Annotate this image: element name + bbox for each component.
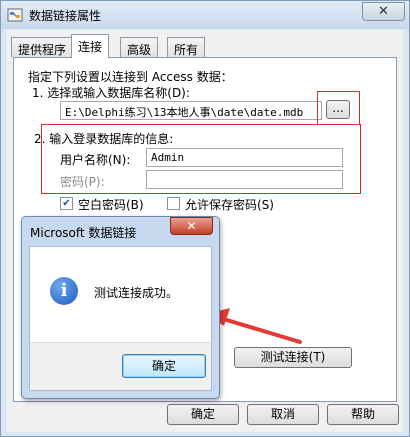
window-close-button[interactable]: ✕: [362, 2, 405, 21]
ok-button[interactable]: 确定: [167, 404, 239, 425]
dialog-close-button[interactable]: ✕: [170, 217, 213, 235]
instruction-text: 指定下列设置以连接到 Access 数据：: [28, 70, 233, 84]
test-connection-button[interactable]: 测试连接(T): [234, 347, 352, 368]
info-icon: i: [50, 277, 78, 305]
test-result-dialog: Microsoft 数据链接 ✕ i 测试连接成功。 确定: [21, 216, 220, 399]
dialog-ok-button[interactable]: 确定: [122, 354, 206, 378]
tab-advanced[interactable]: 高级: [120, 37, 159, 57]
database-path-input[interactable]: E:\Delphi练习\13本地人事\date\date.mdb: [60, 101, 322, 120]
allow-save-password-checkbox[interactable]: [167, 197, 180, 210]
dialog-message: 测试连接成功。: [94, 286, 179, 300]
blank-password-label: 空白密码(B): [78, 198, 144, 212]
data-link-icon: [7, 8, 23, 22]
tab-all[interactable]: 所有: [167, 37, 206, 57]
browse-highlight-box: [317, 91, 360, 125]
dialog-body: i 测试连接成功。 确定: [29, 246, 212, 391]
dialog-title: Microsoft 数据链接: [30, 226, 137, 240]
database-name-label: 1. 选择或输入数据库名称(D):: [32, 86, 190, 100]
tab-provider[interactable]: 提供程序: [11, 37, 74, 57]
help-button[interactable]: 帮助: [327, 404, 399, 425]
tab-connection[interactable]: 连接: [71, 34, 110, 58]
login-info-highlight-box: [41, 124, 361, 194]
dialog-footer: 确定: [30, 342, 211, 390]
blank-password-checkbox[interactable]: ✔: [60, 197, 73, 210]
window-title: 数据链接属性: [29, 9, 102, 23]
title-bar[interactable]: 数据链接属性 ✕: [1, 1, 409, 29]
allow-save-password-label: 允许保存密码(S): [185, 198, 274, 212]
cancel-button[interactable]: 取消: [247, 404, 319, 425]
